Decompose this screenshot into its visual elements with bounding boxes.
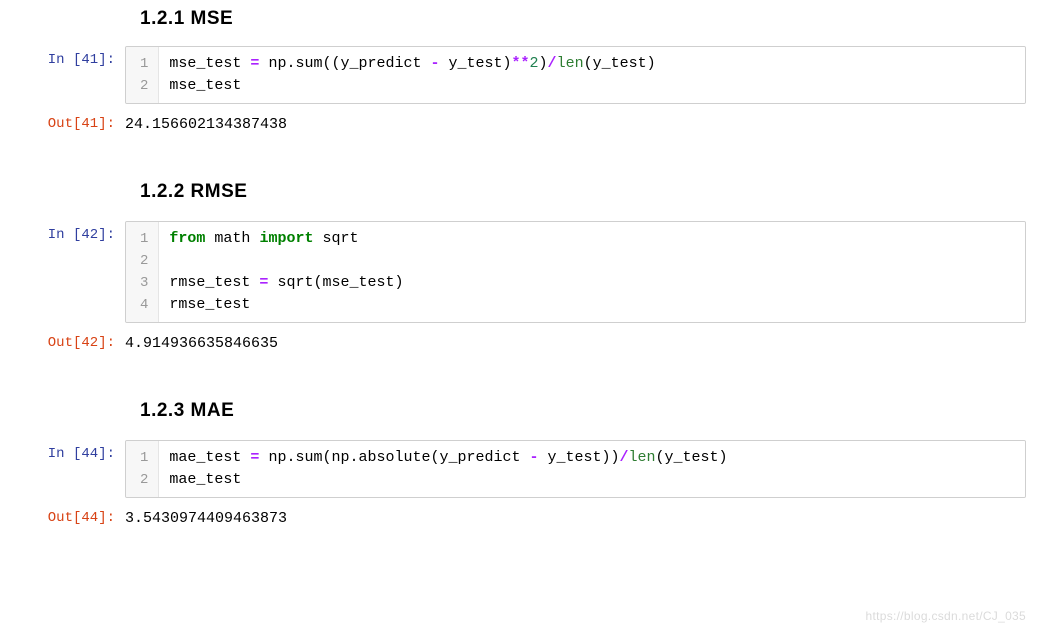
code-text: y_test) — [439, 55, 511, 72]
prompt-out-42: Out[42]: — [0, 329, 125, 351]
heading-mae: 1.2.3 MAE — [140, 400, 1040, 422]
lineno: 2 — [140, 469, 148, 491]
op-minus: - — [529, 449, 538, 466]
prompt-in-44: In [44]: — [0, 440, 125, 462]
gutter-42: 1 2 3 4 — [126, 222, 159, 322]
output-44: 3.5430974409463873 — [125, 504, 1040, 527]
code-text: sqrt — [313, 230, 358, 247]
kw-import: import — [259, 230, 313, 247]
cell-out-41: Out[41]: 24.156602134387438 — [0, 110, 1040, 133]
op-slash: / — [548, 55, 557, 72]
op-pow: ** — [512, 55, 530, 72]
watermark: https://blog.csdn.net/CJ_035 — [866, 609, 1027, 623]
lineno: 1 — [140, 447, 148, 469]
prompt-in-41: In [41]: — [0, 46, 125, 68]
lineno: 1 — [140, 228, 148, 250]
code-text: (y_test) — [584, 55, 656, 72]
code-block-44[interactable]: 1 2 mae_test = np.sum(np.absolute(y_pred… — [125, 440, 1026, 498]
gutter-44: 1 2 — [126, 441, 159, 497]
code-44[interactable]: mae_test = np.sum(np.absolute(y_predict … — [159, 441, 1025, 497]
lineno: 2 — [140, 75, 148, 97]
cell-in-44: In [44]: 1 2 mae_test = np.sum(np.absolu… — [0, 440, 1040, 498]
code-block-42[interactable]: 1 2 3 4 from math import sqrt rmse_test … — [125, 221, 1026, 323]
code-41[interactable]: mse_test = np.sum((y_predict - y_test)**… — [159, 47, 1025, 103]
output-42: 4.914936635846635 — [125, 329, 1040, 352]
lineno: 2 — [140, 250, 148, 272]
cell-out-44: Out[44]: 3.5430974409463873 — [0, 504, 1040, 527]
code-text: mse_test — [169, 55, 250, 72]
func-len: len — [629, 449, 656, 466]
lineno: 3 — [140, 272, 148, 294]
lineno: 1 — [140, 53, 148, 75]
code-block-41[interactable]: 1 2 mse_test = np.sum((y_predict - y_tes… — [125, 46, 1026, 104]
cell-in-41: In [41]: 1 2 mse_test = np.sum((y_predic… — [0, 46, 1040, 104]
code-text: np.sum(np.absolute(y_predict — [259, 449, 529, 466]
kw-from: from — [169, 230, 205, 247]
prompt-in-42: In [42]: — [0, 221, 125, 243]
cell-in-42: In [42]: 1 2 3 4 from math import sqrt r… — [0, 221, 1040, 323]
notebook: 1.2.1 MSE In [41]: 1 2 mse_test = np.sum… — [0, 0, 1040, 527]
code-text: rmse_test — [169, 274, 259, 291]
code-text: mse_test — [169, 77, 241, 94]
code-text: mae_test — [169, 449, 250, 466]
code-42[interactable]: from math import sqrt rmse_test = sqrt(m… — [159, 222, 1025, 322]
prompt-out-41: Out[41]: — [0, 110, 125, 132]
num-two: 2 — [530, 55, 539, 72]
gutter-41: 1 2 — [126, 47, 159, 103]
heading-mse: 1.2.1 MSE — [140, 8, 1040, 30]
code-text: np.sum((y_predict — [259, 55, 430, 72]
op-slash: / — [620, 449, 629, 466]
func-len: len — [557, 55, 584, 72]
cell-out-42: Out[42]: 4.914936635846635 — [0, 329, 1040, 352]
code-text: (y_test) — [656, 449, 728, 466]
code-text: sqrt(mse_test) — [268, 274, 403, 291]
code-text: ) — [539, 55, 548, 72]
code-text: y_test)) — [539, 449, 620, 466]
lineno: 4 — [140, 294, 148, 316]
heading-rmse: 1.2.2 RMSE — [140, 181, 1040, 203]
prompt-out-44: Out[44]: — [0, 504, 125, 526]
output-41: 24.156602134387438 — [125, 110, 1040, 133]
code-text: math — [205, 230, 259, 247]
code-text: mae_test — [169, 471, 241, 488]
code-text: rmse_test — [169, 296, 250, 313]
